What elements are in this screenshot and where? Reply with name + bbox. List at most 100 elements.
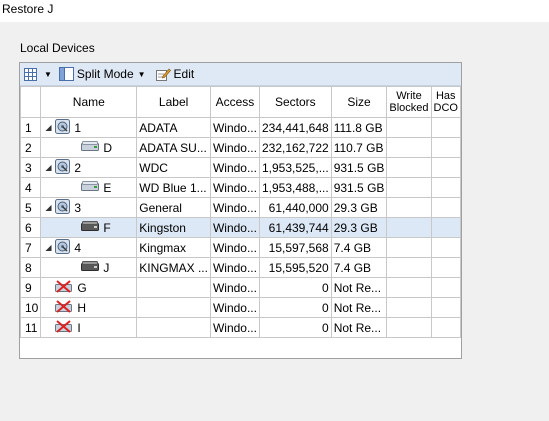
row-number: 8 [19,257,42,278]
has-dco-cell [430,217,462,238]
expanded-arrow-icon[interactable]: ◢ [45,243,55,252]
column-header-name[interactable]: Name [40,86,138,118]
has-dco-cell [430,157,462,178]
hard-disk-icon [55,238,71,257]
label-cell: ADATA SU... [136,137,211,158]
name-cell: ◢ 3 [40,197,138,218]
write-blocked-cell [386,257,432,278]
table-row[interactable]: 8 J KINGMAX ... Windo... 15,595,520 7.4 GB [19,257,462,278]
removable-drive-icon [81,260,100,275]
row-number: 2 [19,137,42,158]
label-cell: WDC [136,157,211,178]
device-name: H [77,300,87,315]
table-row[interactable]: 3 ◢ 2 WDC Windo... 1,953,525,... 931.5 GB [19,157,462,178]
size-cell: 7.4 GB [330,257,388,278]
sectors-cell: 1,953,525,... [258,157,332,178]
label-cell: ADATA [136,117,211,138]
table-row[interactable]: 5 ◢ 3 General Windo... 61,440,000 29.3 GB [19,197,462,218]
write-blocked-cell [386,157,432,178]
name-cell: E [40,177,138,198]
column-header-access[interactable]: Access [209,86,260,118]
hard-disk-icon [55,198,71,217]
table-row[interactable]: 9 G Windo... 0 Not Re... [19,277,462,298]
removable-drive-icon [81,220,100,235]
sectors-cell: 0 [258,317,332,338]
grid-view-dropdown[interactable]: ▼ [40,63,56,85]
name-cell: I [40,317,138,338]
access-cell: Windo... [209,177,260,198]
access-cell: Windo... [209,217,260,238]
sectors-cell: 61,440,000 [258,197,332,218]
name-cell: J [40,257,138,278]
device-name: I [77,320,81,335]
grid-view-icon [24,67,37,81]
column-header-size[interactable]: Size [330,86,388,118]
write-blocked-cell [386,217,432,238]
has-dco-cell [430,137,462,158]
edit-button[interactable]: Edit [153,63,198,85]
sectors-cell: 1,953,488,... [258,177,332,198]
size-cell: 111.8 GB [330,117,388,138]
label-cell [136,277,211,298]
table-row[interactable]: 10 H Windo... 0 Not Re... [19,297,462,318]
table-row[interactable]: 6 F Kingston Windo... 61,439,744 29.3 GB [19,217,462,238]
device-name: 3 [74,200,82,215]
access-cell: Windo... [209,277,260,298]
label-cell [136,317,211,338]
grid-view-button[interactable] [20,63,40,85]
name-cell: G [40,277,138,298]
column-header-has-dco[interactable]: Has DCO [430,86,462,118]
access-cell: Windo... [209,297,260,318]
device-name: G [77,280,87,295]
volume-icon [81,180,100,195]
row-number: 4 [19,177,42,198]
size-cell: 931.5 GB [330,157,388,178]
has-dco-cell [430,237,462,258]
label-cell: General [136,197,211,218]
name-cell: H [40,297,138,318]
size-cell: Not Re... [330,277,388,298]
split-mode-label: Split Mode [76,67,134,81]
expanded-arrow-icon[interactable]: ◢ [45,123,55,132]
column-header-write-blocked[interactable]: Write Blocked [386,86,432,118]
table-row[interactable]: 7 ◢ 4 Kingmax Windo... 15,597,568 7.4 GB [19,237,462,258]
write-blocked-cell [386,277,432,298]
row-number: 7 [19,237,42,258]
has-dco-cell [430,177,462,198]
split-mode-button[interactable]: Split Mode ▼ [56,63,149,85]
devices-panel: ▼ Split Mode ▼ Edit Name Label Access Se… [19,62,462,359]
table-row[interactable]: 1 ◢ 1 ADATA Windo... 234,441,648 111.8 GB [19,117,462,138]
write-blocked-cell [386,117,432,138]
label-cell: KINGMAX ... [136,257,211,278]
access-cell: Windo... [209,157,260,178]
label-cell: Kingston [136,217,211,238]
split-mode-icon [58,67,74,81]
edit-label: Edit [173,67,195,81]
expanded-arrow-icon[interactable]: ◢ [45,203,55,212]
access-cell: Windo... [209,197,260,218]
access-cell: Windo... [209,117,260,138]
size-cell: 110.7 GB [330,137,388,158]
device-name: 2 [74,160,82,175]
sectors-cell: 232,162,722 [258,137,332,158]
write-blocked-cell [386,237,432,258]
column-header-sectors[interactable]: Sectors [258,86,332,118]
name-cell: F [40,217,138,238]
write-blocked-cell [386,317,432,338]
row-number: 10 [19,297,42,318]
size-cell: 29.3 GB [330,197,388,218]
column-header-label[interactable]: Label [136,86,211,118]
expanded-arrow-icon[interactable]: ◢ [45,163,55,172]
row-number: 5 [19,197,42,218]
size-cell: Not Re... [330,297,388,318]
table-row[interactable]: 2 D ADATA SU... Windo... 232,162,722 110.7 GB [19,137,462,158]
label-cell: WD Blue 1... [136,177,211,198]
name-cell: ◢ 4 [40,237,138,258]
write-blocked-cell [386,297,432,318]
table-row[interactable]: 11 I Windo... 0 Not Re... [19,317,462,338]
has-dco-cell [430,257,462,278]
table-row[interactable]: 4 E WD Blue 1... Windo... 1,953,488,... 931.5… [19,177,462,198]
chevron-down-icon: ▼ [137,69,146,79]
sectors-cell: 15,597,568 [258,237,332,258]
header-row: Name Label Access Sectors Size Write Bloc… [19,86,462,118]
